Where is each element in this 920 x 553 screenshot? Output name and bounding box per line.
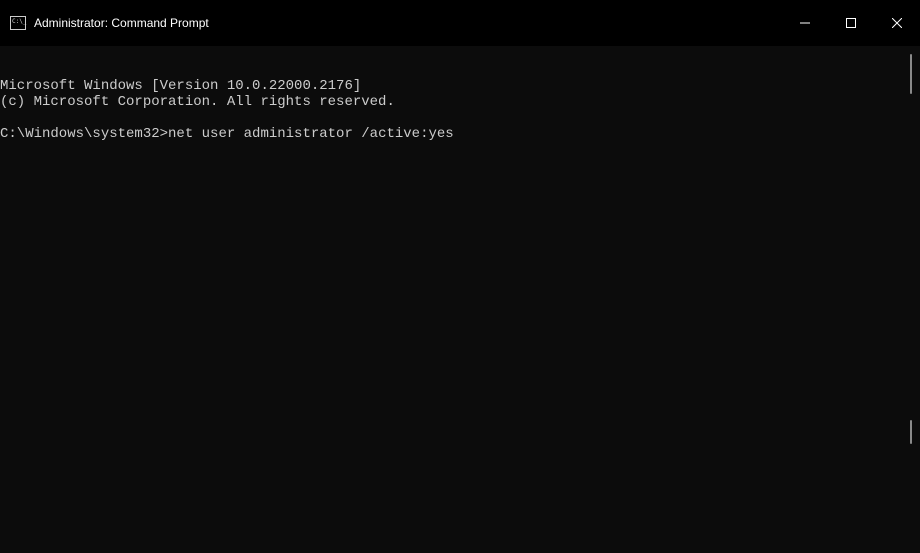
command-prompt-window: Administrator: Command Prompt Micr (0, 0, 920, 553)
maximize-icon (846, 18, 856, 28)
prompt-path: C:\Windows\system32> (0, 126, 168, 142)
titlebar-left: Administrator: Command Prompt (10, 16, 209, 30)
maximize-button[interactable] (828, 0, 874, 46)
terminal-content: Microsoft Windows [Version 10.0.22000.21… (0, 78, 920, 142)
minimize-button[interactable] (782, 0, 828, 46)
output-line-copyright: (c) Microsoft Corporation. All rights re… (0, 94, 395, 110)
titlebar[interactable]: Administrator: Command Prompt (0, 0, 920, 46)
cmd-icon (10, 16, 26, 30)
scrollbar-thumb-bottom[interactable] (910, 420, 912, 444)
minimize-icon (800, 18, 810, 28)
typed-command: net user administrator /active:yes (168, 126, 454, 142)
window-title: Administrator: Command Prompt (34, 17, 209, 29)
prompt-line: C:\Windows\system32>net user administrat… (0, 126, 454, 142)
close-icon (892, 18, 902, 28)
scrollbar-thumb-top[interactable] (910, 54, 912, 94)
window-controls (782, 0, 920, 46)
output-line-version: Microsoft Windows [Version 10.0.22000.21… (0, 78, 361, 94)
close-button[interactable] (874, 0, 920, 46)
terminal-body[interactable]: Microsoft Windows [Version 10.0.22000.21… (0, 46, 920, 553)
